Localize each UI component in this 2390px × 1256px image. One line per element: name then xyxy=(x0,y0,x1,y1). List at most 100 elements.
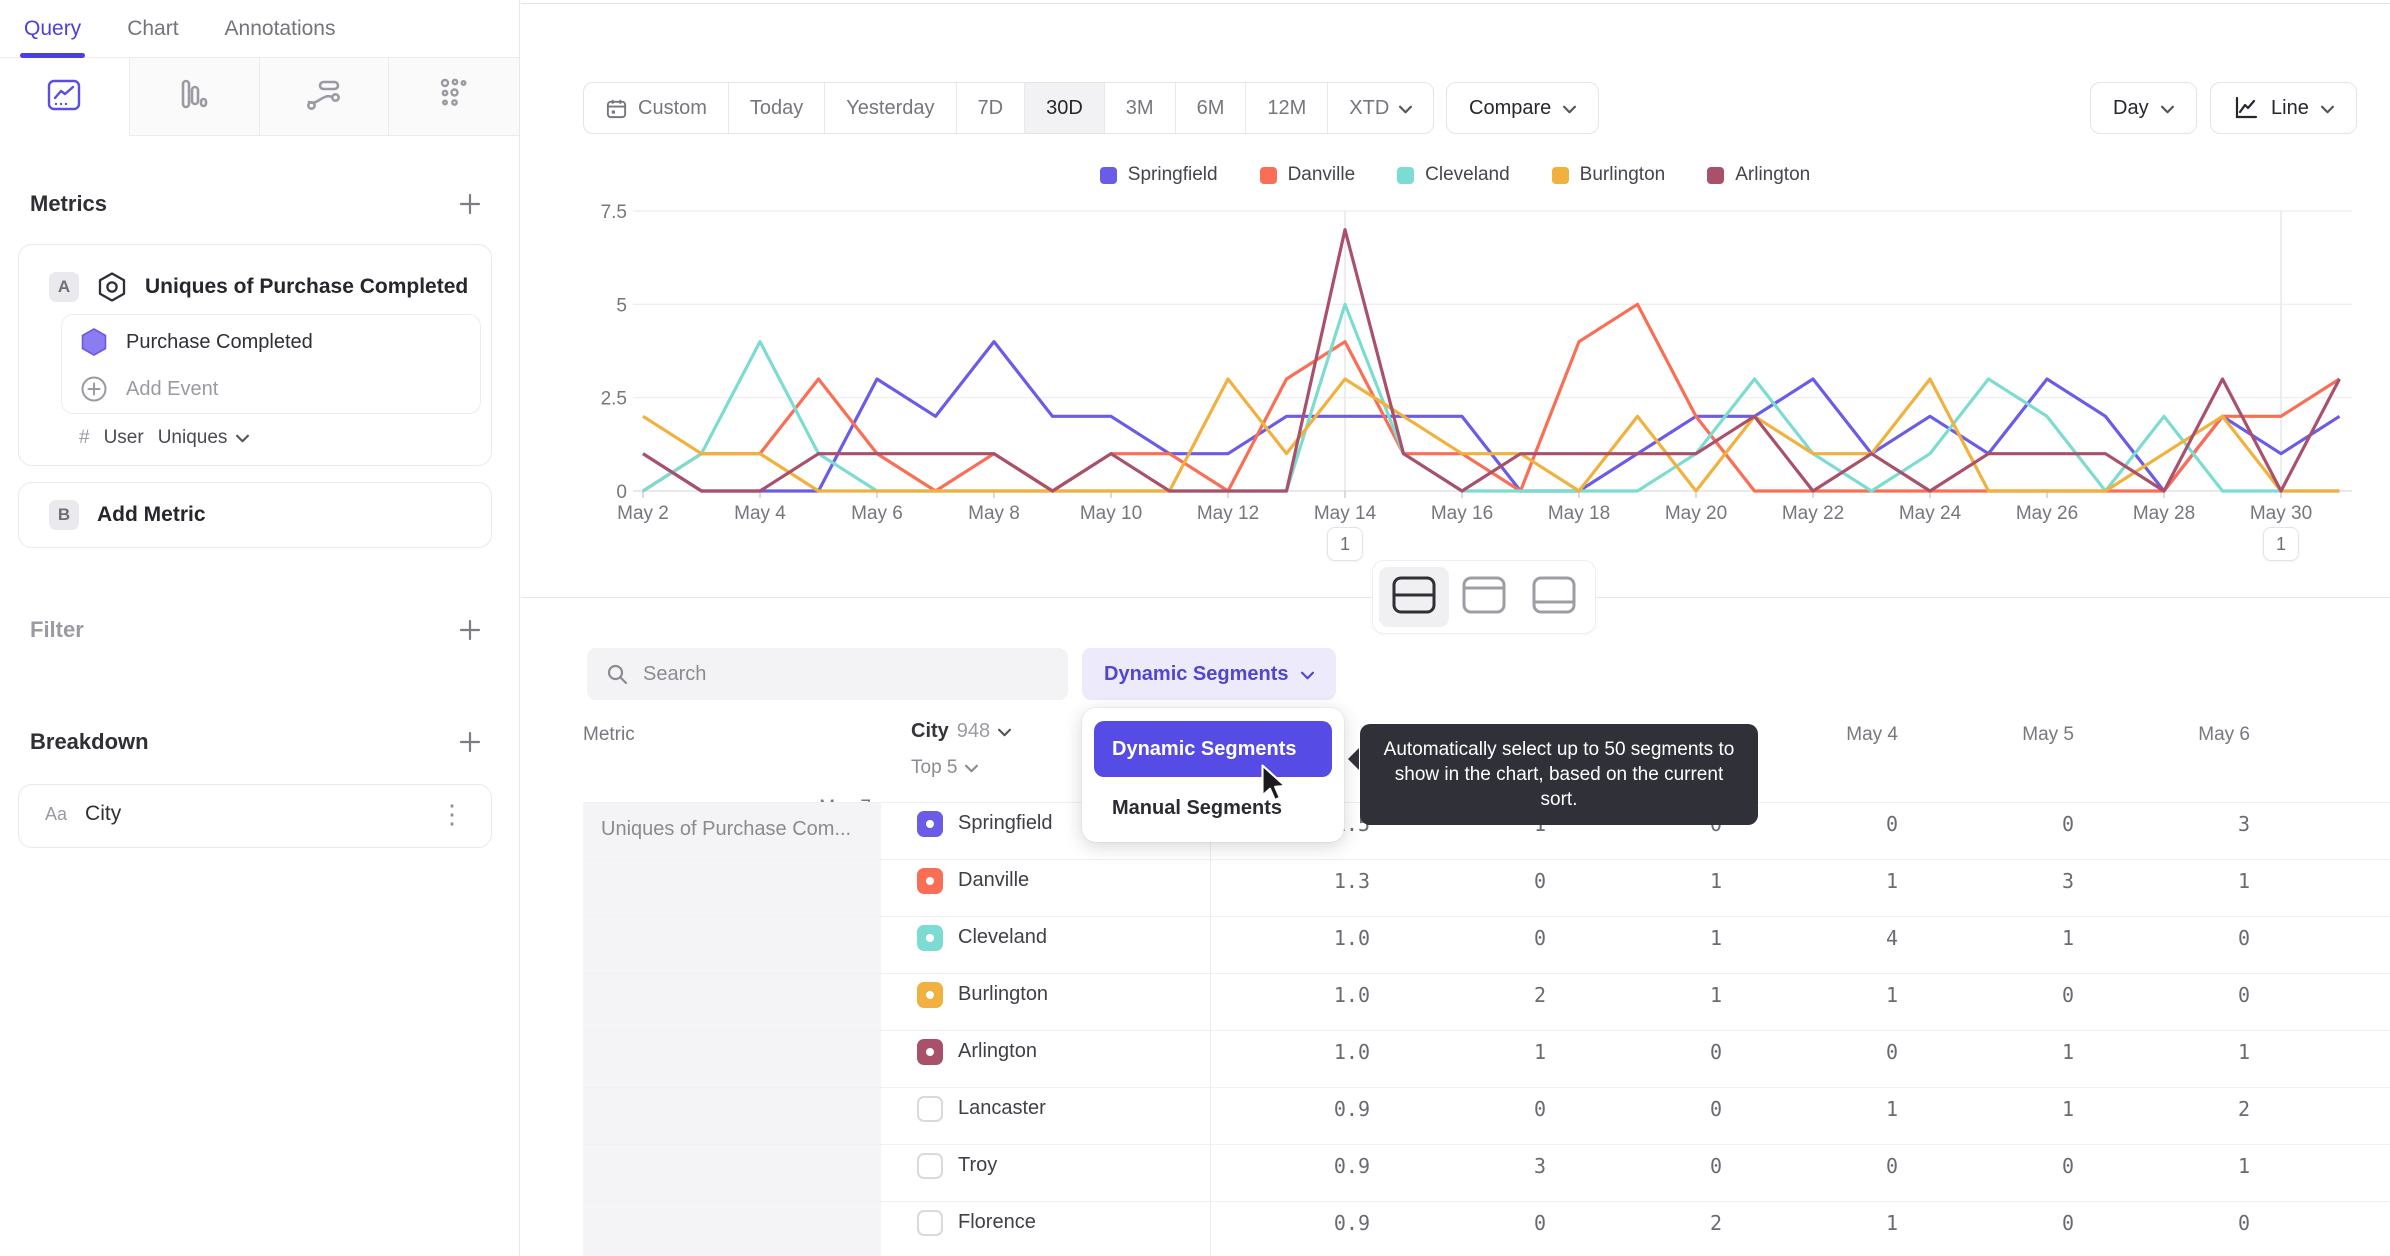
segment-cell: Lancaster xyxy=(881,1095,1210,1122)
checked-checkbox[interactable] xyxy=(917,1038,943,1065)
checked-checkbox[interactable] xyxy=(917,810,943,837)
search-input[interactable] xyxy=(643,662,1050,686)
range-button-today[interactable]: Today xyxy=(729,83,826,133)
breakdown-section-header: Breakdown xyxy=(0,726,519,758)
chevron-down-icon xyxy=(965,757,979,779)
checked-checkbox[interactable] xyxy=(917,924,943,951)
chevron-down-icon xyxy=(2160,97,2174,120)
range-button-3m[interactable]: 3M xyxy=(1105,83,1176,133)
event-purple-hexagon-icon xyxy=(80,327,108,357)
segment-cell: Florence xyxy=(881,1209,1210,1236)
value-cell: 2 xyxy=(2237,1096,2250,1121)
property-type-icon: Aa xyxy=(45,803,68,824)
tab-query[interactable]: Query xyxy=(19,0,86,58)
chart-type-scatter-button[interactable] xyxy=(389,58,519,136)
svg-text:May 10: May 10 xyxy=(1080,503,1142,524)
metric-b-badge: B xyxy=(49,500,79,530)
line-chart[interactable]: 0 2.5 5 7.5 May 2 May 4 May 6 May 8 May 10 May 12… xyxy=(520,140,2390,576)
unchecked-checkbox[interactable] xyxy=(917,1152,943,1179)
granularity-button[interactable]: Day xyxy=(2090,82,2197,134)
flow-chart-icon xyxy=(304,75,344,118)
range-button-6m[interactable]: 6M xyxy=(1176,83,1247,133)
metric-column-header: Metric xyxy=(583,724,635,745)
range-button-custom[interactable]: Custom xyxy=(584,83,729,133)
chevron-down-icon xyxy=(1563,97,1577,120)
svg-text:May 28: May 28 xyxy=(2133,503,2195,524)
value-cell: 1.0 xyxy=(1333,982,1370,1007)
value-cell: 1 xyxy=(1533,1039,1546,1064)
unchecked-checkbox[interactable] xyxy=(917,1209,943,1236)
filter-section-header: Filter xyxy=(0,614,519,646)
segments-mode-button[interactable]: Dynamic Segments xyxy=(1082,648,1336,700)
query-sidebar: Query Chart Annotations Metrics A Unique… xyxy=(0,0,520,1256)
segment-search[interactable] xyxy=(587,648,1068,700)
add-breakdown-plus-button[interactable] xyxy=(457,729,483,755)
dropdown-option-manual-segments[interactable]: Manual Segments xyxy=(1094,777,1332,824)
chart-type-line-button[interactable] xyxy=(0,58,130,136)
aggregation-row[interactable]: # User Uniques xyxy=(79,427,250,449)
search-icon xyxy=(605,662,629,686)
value-cell: 0 xyxy=(2061,811,2074,836)
add-filter-plus-button[interactable] xyxy=(457,617,483,643)
value-cell: 0 xyxy=(2237,925,2250,950)
event-row[interactable]: Purchase Completed xyxy=(80,327,313,357)
kebab-menu-icon[interactable]: ⋮ xyxy=(439,801,465,827)
tab-chart[interactable]: Chart xyxy=(127,0,178,57)
metric-a-title[interactable]: Uniques of Purchase Completed xyxy=(145,275,468,299)
annotation-badge[interactable]: 1 xyxy=(2263,527,2299,561)
table-row-danville: Danville 1.3 0 1 1 3 1 xyxy=(583,860,2390,917)
value-cell: 0.9 xyxy=(1333,1210,1370,1235)
svg-text:0: 0 xyxy=(616,482,627,503)
range-button-yesterday[interactable]: Yesterday xyxy=(825,83,957,133)
checked-checkbox[interactable] xyxy=(917,867,943,894)
tab-annotations[interactable]: Annotations xyxy=(225,0,336,57)
value-cell: 0 xyxy=(1885,811,1898,836)
svg-text:May 14: May 14 xyxy=(1314,503,1377,524)
value-cell: 0 xyxy=(1709,1096,1722,1121)
range-button-xtd[interactable]: XTD xyxy=(1328,83,1433,133)
range-button-12m[interactable]: 12M xyxy=(1246,83,1329,133)
add-event-row[interactable]: Add Event xyxy=(80,375,218,403)
segment-name: Springfield xyxy=(958,812,1053,834)
breakdown-city-label: City xyxy=(85,802,122,825)
checked-checkbox[interactable] xyxy=(917,981,943,1008)
event-name[interactable]: Purchase Completed xyxy=(126,331,313,354)
value-cell: 3 xyxy=(1533,1153,1546,1178)
segments-table-section: Dynamic Segments Metric City 948 Top 5 M… xyxy=(520,598,2390,1256)
metric-card-b[interactable]: B Add Metric xyxy=(18,482,492,548)
chart-style-button[interactable]: Line xyxy=(2210,82,2357,134)
main-top-border xyxy=(521,3,2390,4)
chart-type-switcher xyxy=(0,58,519,136)
chart-type-flow-button[interactable] xyxy=(259,58,390,136)
value-cell: 3 xyxy=(2061,868,2074,893)
segment-name: Troy xyxy=(958,1154,998,1176)
segment-cell: Arlington xyxy=(881,1038,1210,1065)
value-cell: 3 xyxy=(2237,811,2250,836)
sidebar-tabbar: Query Chart Annotations xyxy=(0,0,519,58)
range-button-7d[interactable]: 7D xyxy=(957,83,1026,133)
dropdown-option-dynamic-segments[interactable]: Dynamic Segments xyxy=(1094,721,1332,777)
value-cell: 1.3 xyxy=(1333,868,1370,893)
svg-text:May 6: May 6 xyxy=(851,503,903,524)
segment-name: Arlington xyxy=(958,1040,1037,1062)
add-metric-label[interactable]: Add Metric xyxy=(97,503,206,527)
table-row-cleveland: Cleveland 1.0 0 1 4 1 0 xyxy=(583,917,2390,974)
date-range-group: Custom Today Yesterday 7D 30D 3M 6M 12M XTD xyxy=(583,82,1435,134)
value-cell: 0 xyxy=(1709,1153,1722,1178)
range-button-30d[interactable]: 30D xyxy=(1025,83,1105,133)
compare-button[interactable]: Compare xyxy=(1446,82,1600,134)
chart-type-bar-button[interactable] xyxy=(129,58,260,136)
breakdown-city-card[interactable]: Aa City ⋮ xyxy=(18,784,492,848)
top-n-label: Top 5 xyxy=(911,757,958,778)
table-row-arlington: Arlington 1.0 1 0 0 1 1 xyxy=(583,1031,2390,1088)
value-cell: 1 xyxy=(2237,1039,2250,1064)
add-metric-plus-button[interactable] xyxy=(457,191,483,217)
event-hexagon-icon xyxy=(97,271,127,303)
value-cell: 1 xyxy=(1885,982,1898,1007)
value-cell: 1 xyxy=(2061,1096,2074,1121)
segment-cell: Burlington xyxy=(881,981,1210,1008)
segment-name: Florence xyxy=(958,1211,1036,1233)
value-cell: 2 xyxy=(1709,1210,1722,1235)
annotation-badge[interactable]: 1 xyxy=(1327,527,1363,561)
unchecked-checkbox[interactable] xyxy=(917,1095,943,1122)
